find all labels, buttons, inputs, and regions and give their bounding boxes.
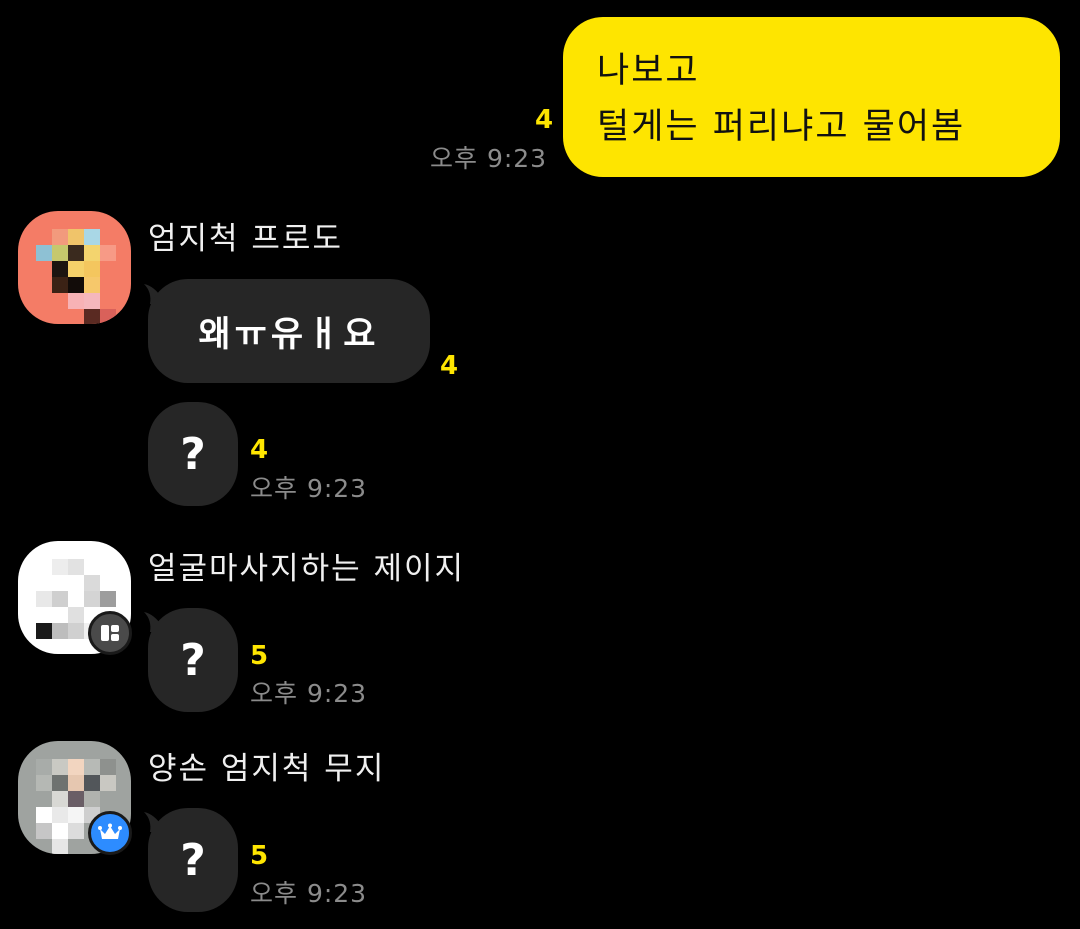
unread-count: 4 [535,105,554,135]
message-time: 오후 9:23 [250,474,368,503]
message-time: 오후 9:23 [250,679,368,708]
unread-count: 4 [440,351,459,381]
sender-name[interactable]: 양손 엄지척 무지 [148,749,385,789]
unread-count: 4 [250,435,269,465]
sender-name[interactable]: 얼굴마사지하는 제이지 [148,549,465,589]
unread-count: 5 [250,841,269,871]
profile-avatar-frodo[interactable] [18,211,131,324]
sender-name[interactable]: 엄지척 프로도 [148,219,343,259]
my-message-line-1: 나보고 [597,51,700,91]
chat-bubble[interactable]: ? [148,402,238,506]
unread-count: 5 [250,641,269,671]
chat-bubble[interactable]: ? [148,808,238,912]
crown-icon [88,811,132,855]
chat-bubble[interactable]: 왜ㅠ유ㅐ요 [148,279,430,383]
message-time: 오후 9:23 [250,879,368,908]
my-message-bubble[interactable]: 나보고 털게는 퍼리냐고 물어봄 [563,17,1060,177]
manager-badge-icon [88,611,132,655]
my-message-line-2: 털게는 퍼리냐고 물어봄 [597,107,966,147]
pixelated-avatar-icon [18,211,131,324]
message-time: 오후 9:23 [430,144,548,173]
chat-bubble[interactable]: ? [148,608,238,712]
